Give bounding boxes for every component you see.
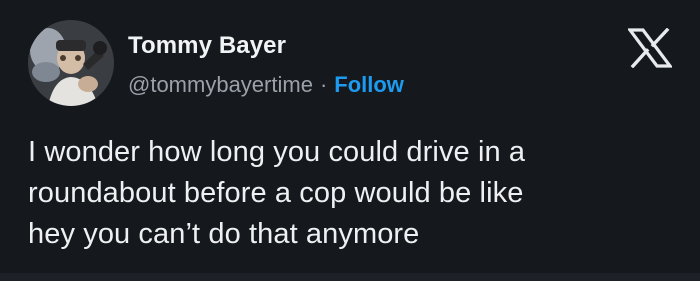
x-logo-icon[interactable] xyxy=(626,27,674,69)
follow-button[interactable]: Follow xyxy=(334,72,404,97)
avatar[interactable] xyxy=(28,20,114,106)
tweet-card: Tommy Bayer @tommybayertime · Follow I won… xyxy=(0,0,700,281)
bottom-divider xyxy=(0,273,700,281)
handle[interactable]: @tommybayertime xyxy=(128,72,313,97)
tweet-header: Tommy Bayer @tommybayertime · Follow xyxy=(24,16,678,112)
separator-dot: · xyxy=(319,72,328,97)
handle-row: @tommybayertime · Follow xyxy=(128,73,404,97)
tweet-text: I wonder how long you could drive in a r… xyxy=(28,136,526,250)
display-name[interactable]: Tommy Bayer xyxy=(128,33,286,59)
user-info: Tommy Bayer @tommybayertime · Follow xyxy=(128,33,548,103)
avatar-image xyxy=(28,20,114,106)
